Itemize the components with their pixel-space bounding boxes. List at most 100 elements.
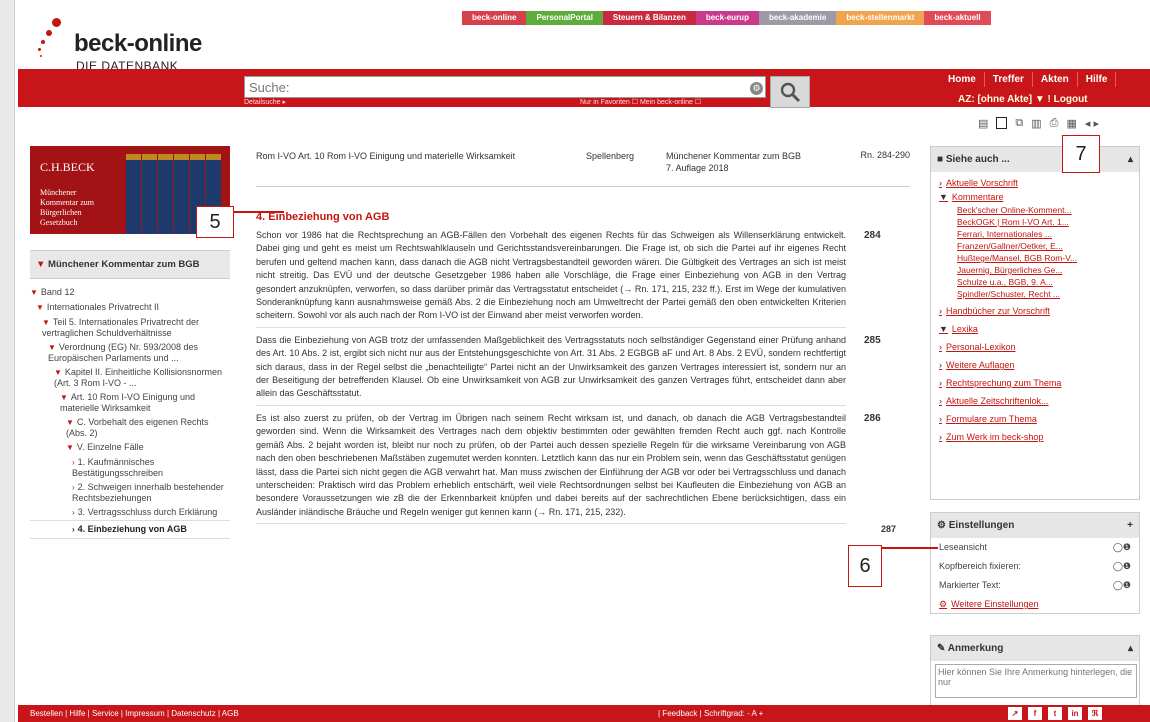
main-nav-item[interactable]: Treffer	[985, 72, 1033, 87]
document-icon[interactable]: ▤	[978, 117, 988, 130]
toc-heading[interactable]: ▼ Münchener Kommentar zum BGB	[30, 250, 230, 279]
siehe-link[interactable]: ▼ Lexika	[931, 322, 1139, 336]
portal-nav-item[interactable]: beck-eurup	[695, 11, 759, 25]
search-settings-icon[interactable]: ⚙	[750, 82, 763, 95]
linkedin-icon[interactable]: in	[1068, 707, 1082, 720]
portal-nav-item[interactable]: beck-online	[462, 11, 527, 25]
table-of-contents: ▼ Münchener Kommentar zum BGB ▼ Band 12 ▼ I…	[30, 250, 230, 539]
toc-chevron-icon: ▼	[42, 318, 50, 327]
facebook-icon[interactable]: f	[1028, 707, 1042, 720]
siehe-link[interactable]: › Aktuelle Vorschrift	[931, 176, 1139, 190]
chevron-icon: ›	[939, 414, 942, 424]
toggle-icon[interactable]: ◯❶	[1113, 542, 1131, 553]
copy-icon[interactable]: ⧉	[1015, 117, 1023, 130]
portal-nav-item[interactable]: PersonalPortal	[526, 11, 603, 25]
toc-item[interactable]: ▼ Band 12	[30, 285, 230, 300]
toc-item[interactable]: › 2. Schweigen innerhalb bestehender Rech…	[30, 480, 230, 505]
rss-icon[interactable]: ℜ	[1088, 707, 1102, 720]
beck-online-logo[interactable]: beck-online DIE DATENBANK	[30, 12, 230, 73]
toc-chevron-icon: ›	[72, 458, 75, 467]
search-input[interactable]	[245, 77, 711, 97]
toc-item-label: 2. Schweigen innerhalb bestehender Recht…	[72, 482, 224, 503]
akte-selector[interactable]: AZ: [ohne Akte] ▼ ! Logout	[958, 94, 1088, 105]
print-icon[interactable]: ⎙	[1050, 117, 1059, 130]
toc-item[interactable]: ▼ Kapitel II. Einheitliche Kollisionsnorm…	[30, 365, 230, 390]
commentary-paragraph: Es ist also zuerst zu prüfen, ob der Ver…	[256, 412, 881, 525]
toc-item[interactable]: › 3. Vertragsschluss durch Erklärung	[30, 505, 230, 520]
anmerkung-header[interactable]: ✎ Anmerkung ▴	[931, 636, 1139, 661]
toc-chevron-icon: ▼	[30, 288, 38, 297]
kommentar-link[interactable]: Beck'scher Online-Komment...	[931, 204, 1139, 216]
kommentar-link[interactable]: BeckOGK | Rom I-VO Art. 1...	[931, 216, 1139, 228]
portal-nav-item[interactable]: beck-stellenmarkt	[836, 11, 925, 25]
search-button[interactable]	[770, 76, 810, 108]
main-nav-item[interactable]: Home	[940, 72, 985, 87]
siehe-link[interactable]: › Formulare zum Thema	[931, 412, 1139, 426]
toc-item[interactable]: ▼ Teil 5. Internationales Privatrecht der…	[30, 315, 230, 340]
weitere-einstellungen-link[interactable]: ⚙ Weitere Einstellungen	[931, 595, 1139, 611]
siehe-link[interactable]: › Personal-Lexikon	[931, 340, 1139, 354]
siehe-link-label: Aktuelle Zeitschriftenlok...	[946, 396, 1049, 406]
footer-links[interactable]: Bestellen | Hilfe | Service | Impressum …	[30, 705, 239, 722]
share-icon[interactable]: ↗	[1008, 707, 1022, 720]
einstellungen-header[interactable]: ⚙ Einstellungen +	[931, 513, 1139, 538]
detail-search-link[interactable]: Detailsuche ▸	[244, 98, 286, 106]
anmerkung-textarea[interactable]	[935, 664, 1137, 698]
siehe-auch-panel: ■ Siehe auch ... ▴ › Aktuelle Vorschrift ▼ K…	[930, 146, 1140, 500]
bookmark-icon[interactable]	[996, 117, 1008, 129]
kommentar-link[interactable]: Hußtege/Mansel, BGB Rom-V...	[931, 252, 1139, 264]
callout-7: 7	[1062, 135, 1100, 173]
toc-item[interactable]: › 1. Kaufmännisches Bestätigungsschreiben	[30, 455, 230, 480]
document-work: Münchener Kommentar zum BGB 7. Auflage 20…	[666, 151, 802, 173]
main-nav-item[interactable]: Akten	[1033, 72, 1078, 87]
setting-row[interactable]: Kopfbereich fixieren: ◯❶	[931, 557, 1139, 576]
kommentar-link[interactable]: Schulze u.a., BGB, 9. A...	[931, 276, 1139, 288]
toggle-icon[interactable]: ◯❶	[1113, 561, 1131, 572]
publisher-brand: C.H.BECK	[40, 160, 95, 174]
siehe-link-label: Lexika	[951, 324, 978, 334]
prev-next-icon[interactable]: ◂ ▸	[1085, 117, 1099, 130]
toc-chevron-icon: ▼	[36, 303, 44, 312]
toc-item[interactable]: ▼ Art. 10 Rom I-VO Einigung und materiell…	[30, 390, 230, 415]
callout-5: 5	[196, 206, 234, 238]
toc-chevron-icon: ›	[72, 483, 75, 492]
kommentar-link[interactable]: Spindler/Schuster, Recht ...	[931, 288, 1139, 300]
portal-nav-item[interactable]: beck-akademie	[758, 11, 837, 25]
toc-chevron-icon: ▼	[66, 443, 74, 452]
portal-nav-item[interactable]: beck-aktuell	[924, 11, 991, 25]
kommentar-link[interactable]: Jauernig, Bürgerliches Ge...	[931, 264, 1139, 276]
main-nav-item[interactable]: Hilfe	[1078, 72, 1117, 87]
setting-row[interactable]: Leseansicht ◯❶	[931, 538, 1139, 557]
toc-current-item[interactable]: › 4. Einbeziehung von AGB	[30, 520, 230, 539]
siehe-link[interactable]: › Rechtsprechung zum Thema	[931, 376, 1139, 390]
toc-item[interactable]: ▼ V. Einzelne Fälle	[30, 440, 230, 455]
toc-item[interactable]: ▼ Internationales Privatrecht II	[30, 300, 230, 315]
siehe-link[interactable]: › Handbücher zur Vorschrift	[931, 304, 1139, 318]
kommentar-link[interactable]: Franzen/Gallner/Oetker, E...	[931, 240, 1139, 252]
siehe-link[interactable]: › Aktuelle Zeitschriftenlok...	[931, 394, 1139, 408]
toc-item-label: 3. Vertragsschluss durch Erklärung	[77, 507, 218, 517]
export-icon[interactable]: ▦	[1066, 117, 1076, 130]
twitter-icon[interactable]: t	[1048, 707, 1062, 720]
setting-label: Kopfbereich fixieren:	[939, 561, 1022, 571]
siehe-auch-header[interactable]: ■ Siehe auch ... ▴	[931, 147, 1139, 172]
footer-feedback[interactable]: | Feedback | Schriftgrad: - A +	[658, 705, 763, 722]
toc-chevron-icon: ›	[72, 508, 75, 517]
toc-item[interactable]: ▼ Verordnung (EG) Nr. 593/2008 des Europä…	[30, 340, 230, 365]
toc-item-label: Verordnung (EG) Nr. 593/2008 des Europäi…	[48, 342, 199, 363]
margin-number: 284	[864, 230, 881, 241]
toggle-icon[interactable]: ◯❶	[1113, 580, 1131, 591]
setting-row[interactable]: Markierter Text: ◯❶	[931, 576, 1139, 595]
search-filter-options[interactable]: Nur in Favoriten ☐ Mein beck-online ☐	[580, 98, 701, 106]
chevron-icon: ›	[939, 178, 942, 188]
siehe-link[interactable]: › Zum Werk im beck-shop	[931, 430, 1139, 444]
split-icon[interactable]: ▥	[1031, 117, 1041, 130]
document-toolbar: ▤ ⧉ ▥ ⎙ ▦ ◂ ▸	[978, 117, 1099, 130]
toc-item-label: Band 12	[40, 287, 75, 297]
portal-nav-item[interactable]: Steuern & Bilanzen	[602, 11, 696, 25]
siehe-link[interactable]: › Weitere Auflagen	[931, 358, 1139, 372]
toc-item[interactable]: ▼ C. Vorbehalt des eigenen Rechts (Abs. 2…	[30, 415, 230, 440]
siehe-link-label: Rechtsprechung zum Thema	[946, 378, 1062, 388]
kommentar-link[interactable]: Ferrari, Internationales ...	[931, 228, 1139, 240]
siehe-link[interactable]: ▼ Kommentare	[931, 190, 1139, 204]
